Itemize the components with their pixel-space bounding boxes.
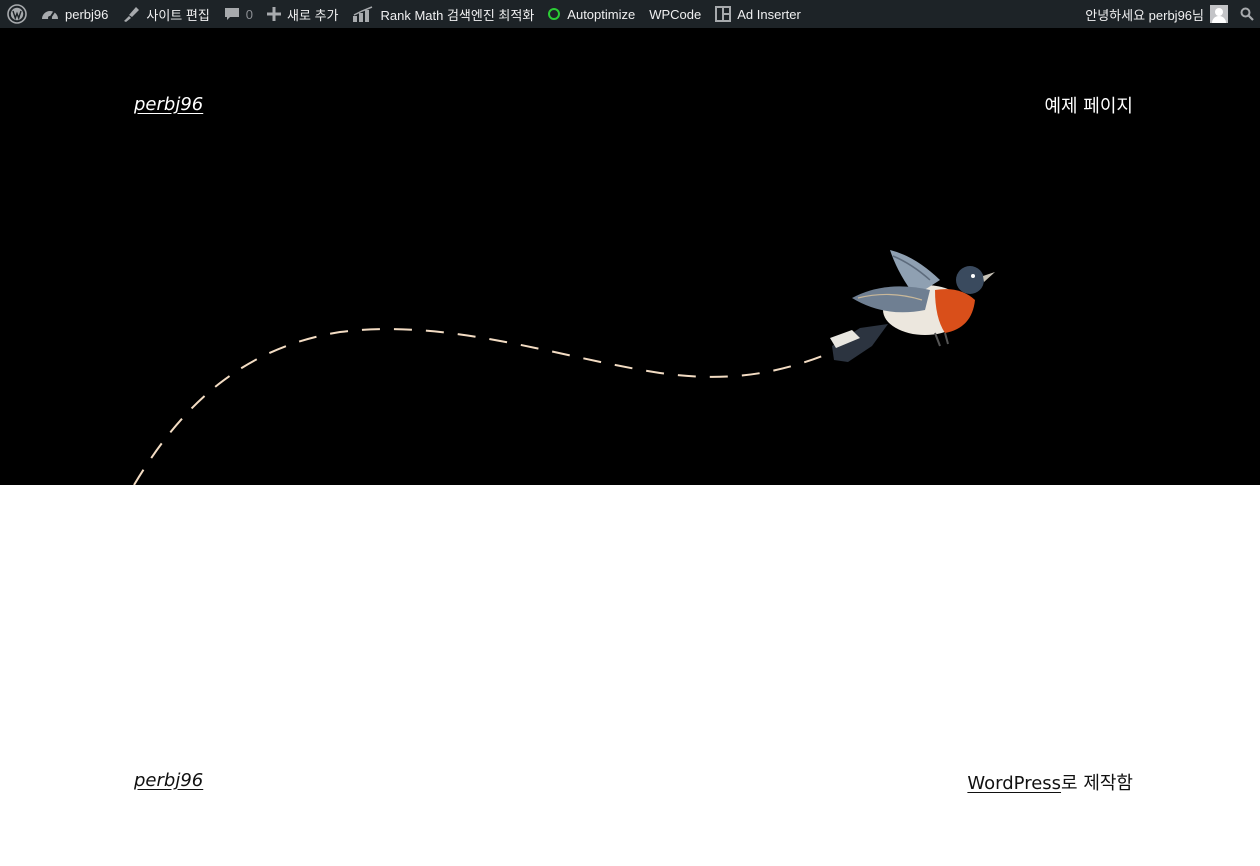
search-button[interactable] xyxy=(1236,0,1260,28)
comments-count: 0 xyxy=(245,6,254,22)
site-name-label: perbj96 xyxy=(65,6,109,22)
site-name-menu[interactable]: perbj96 xyxy=(34,0,115,28)
rank-math-chart-icon xyxy=(352,6,374,22)
greeting-label: 안녕하세요 perbj96님 xyxy=(1085,7,1204,23)
rank-math-menu[interactable]: Rank Math 검색엔진 최적화 xyxy=(345,0,541,28)
admin-bar: perbj96 사이트 편집 0 새로 추가 Rank Math 검색엔진 최적… xyxy=(0,0,1260,28)
wordpress-credit-link[interactable]: WordPress xyxy=(967,773,1061,794)
autoptimize-menu[interactable]: Autoptimize xyxy=(541,0,642,28)
wordpress-logo-icon xyxy=(7,4,27,24)
wpcode-label: WPCode xyxy=(649,6,702,22)
ad-inserter-icon xyxy=(715,6,732,22)
avatar xyxy=(1210,5,1228,23)
comment-icon xyxy=(224,6,240,22)
search-icon xyxy=(1240,7,1254,21)
flight-trail xyxy=(133,328,831,485)
new-content-label: 새로 추가 xyxy=(287,7,339,23)
autoptimize-label: Autoptimize xyxy=(567,6,636,22)
edit-site-menu[interactable]: 사이트 편집 xyxy=(115,0,216,28)
rank-math-label: Rank Math 검색엔진 최적화 xyxy=(380,7,535,23)
admin-bar-secondary: 안녕하세요 perbj96님 xyxy=(1078,0,1260,28)
footer-site-title-link[interactable]: perbj96 xyxy=(134,770,203,791)
wordpress-menu[interactable] xyxy=(0,0,34,28)
credit-suffix: 로 제작함 xyxy=(1061,773,1133,794)
ad-inserter-label: Ad Inserter xyxy=(737,6,801,22)
comments-menu[interactable]: 0 xyxy=(217,0,260,28)
ad-inserter-menu[interactable]: Ad Inserter xyxy=(708,0,808,28)
plus-icon xyxy=(267,7,282,21)
my-account-menu[interactable]: 안녕하세요 perbj96님 xyxy=(1078,0,1236,28)
site-title-link[interactable]: perbj96 xyxy=(134,94,203,115)
site-header: perbj96 예제 페이지 xyxy=(0,28,1260,485)
nav-item-sample-page[interactable]: 예제 페이지 xyxy=(1044,92,1133,118)
new-content-menu[interactable]: 새로 추가 xyxy=(260,0,345,28)
ring-icon xyxy=(548,8,561,20)
dashboard-icon xyxy=(41,6,59,22)
wpcode-menu[interactable]: WPCode xyxy=(642,0,708,28)
bird-icon xyxy=(830,250,995,362)
footer-credit: WordPress로 제작함 xyxy=(967,769,1133,795)
brush-icon xyxy=(122,6,140,22)
edit-site-label: 사이트 편집 xyxy=(146,7,210,23)
